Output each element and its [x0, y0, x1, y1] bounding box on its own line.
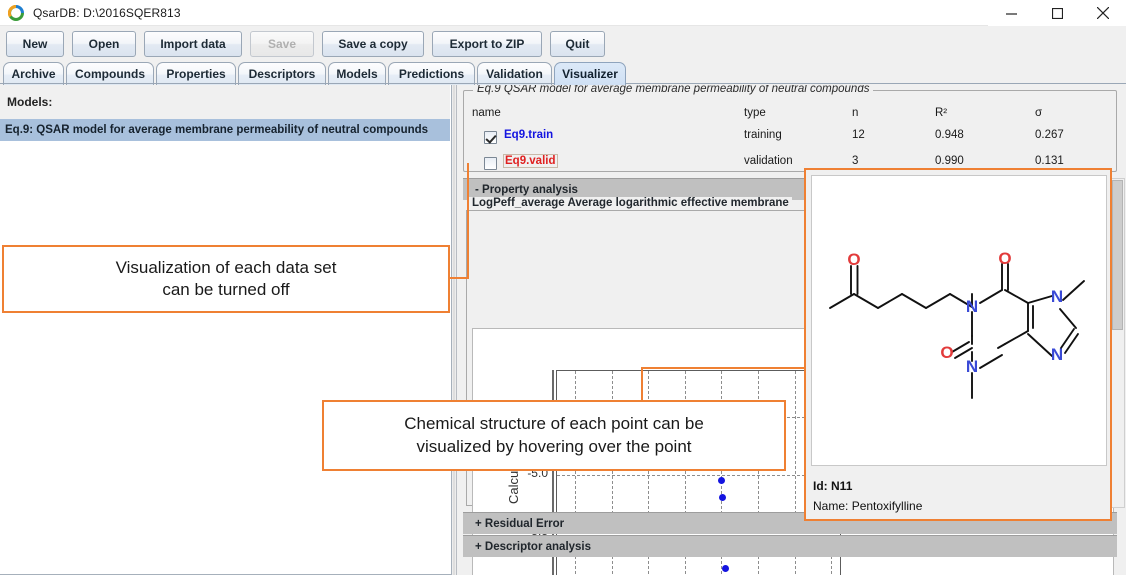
scatter-point[interactable]	[719, 493, 727, 501]
model-group-title: Eq.9 QSAR model for average membrane per…	[473, 85, 874, 95]
minimize-icon[interactable]	[988, 0, 1034, 26]
callout-chemical-structure: Chemical structure of each point can be …	[322, 400, 786, 471]
atom-label-N: N	[966, 297, 978, 316]
tab-visualizer[interactable]: Visualizer	[554, 62, 626, 85]
scrollbar-thumb[interactable]	[1112, 180, 1123, 330]
callout-left-text: Visualization of each data set can be tu…	[115, 257, 337, 299]
gridline-horizontal	[557, 475, 840, 477]
molecule-name-row: Name: Pentoxifylline	[813, 499, 1107, 513]
application-window: QsarDB: D:\2016SQER813 New Open Import d…	[0, 0, 1126, 575]
dataset-r2-valid: 0.990	[935, 155, 964, 167]
leader-line-molecule	[642, 367, 806, 369]
tab-archive[interactable]: Archive	[3, 62, 64, 85]
models-pane: Models: Eq.9: QSAR model for average mem…	[0, 85, 452, 575]
save-a-copy-button[interactable]: Save a copy	[322, 31, 424, 57]
molecule-tooltip-panel: O O O N N N N Id: N11 Name: Pentoxifylli…	[804, 168, 1112, 521]
open-button[interactable]: Open	[72, 31, 136, 57]
new-button[interactable]: New	[6, 31, 64, 57]
dataset-checkbox-train[interactable]	[484, 131, 497, 144]
column-header-r2: R²	[935, 107, 948, 119]
pentoxifylline-structure-svg: O O O N N N N	[829, 249, 1085, 399]
scatter-point[interactable]	[717, 476, 725, 484]
scatter-point[interactable]	[722, 564, 730, 572]
dataset-checkbox-valid[interactable]	[484, 157, 497, 170]
quit-button[interactable]: Quit	[550, 31, 605, 57]
window-title: QsarDB: D:\2016SQER813	[33, 5, 181, 20]
column-header-sigma: σ	[1035, 107, 1043, 119]
save-button: Save	[250, 31, 314, 57]
dataset-name-train[interactable]: Eq9.train	[504, 129, 553, 141]
tab-descriptors[interactable]: Descriptors	[238, 62, 326, 85]
models-header: Models:	[0, 85, 450, 119]
tab-properties[interactable]: Properties	[156, 62, 236, 85]
import-data-button[interactable]: Import data	[144, 31, 242, 57]
visualizer-scrollbar[interactable]	[1110, 178, 1125, 508]
plot-title: LogPeff_average Average logarithmic effe…	[469, 197, 792, 209]
column-header-n: n	[852, 107, 859, 119]
atom-label-O: O	[940, 343, 953, 362]
title-bar: QsarDB: D:\2016SQER813	[0, 0, 1126, 26]
molecule-id-label: Id:	[813, 479, 828, 493]
molecule-id-value: N11	[831, 479, 853, 493]
molecule-metadata: Id: N11 Name: Pentoxifylline	[813, 479, 1107, 513]
dataset-n-train: 12	[852, 129, 865, 141]
tab-models[interactable]: Models	[328, 62, 386, 85]
dataset-n-valid: 3	[852, 155, 859, 167]
tab-compounds[interactable]: Compounds	[66, 62, 154, 85]
dataset-r2-train: 0.948	[935, 129, 964, 141]
molecule-name-label: Name:	[813, 499, 849, 513]
main-toolbar: New Open Import data Save Save a copy Ex…	[0, 27, 1126, 61]
close-icon[interactable]	[1080, 0, 1126, 26]
column-header-type: type	[744, 107, 766, 119]
molecule-structure-image: O O O N N N N	[811, 175, 1107, 466]
dataset-type-train: training	[744, 129, 782, 141]
export-to-zip-button[interactable]: Export to ZIP	[432, 31, 542, 57]
table-header-row: name type n R² σ	[472, 107, 1112, 125]
molecule-id-row: Id: N11	[813, 479, 1107, 493]
tab-predictions[interactable]: Predictions	[388, 62, 475, 85]
leader-line-point-down	[641, 367, 643, 402]
column-header-name: name	[472, 107, 501, 119]
dataset-sigma-valid: 0.131	[1035, 155, 1064, 167]
leader-line-left-vertical	[467, 163, 469, 279]
atom-label-O: O	[847, 250, 860, 269]
atom-label-N: N	[1051, 287, 1063, 306]
model-info-group: Eq.9 QSAR model for average membrane per…	[463, 85, 1117, 172]
list-item[interactable]: Eq.9: QSAR model for average membrane pe…	[0, 119, 450, 141]
window-controls	[988, 0, 1126, 26]
atom-label-N: N	[966, 357, 978, 376]
leader-line-left-horizontal	[449, 277, 469, 279]
qsardb-logo-icon	[7, 4, 24, 21]
maximize-icon[interactable]	[1034, 0, 1080, 26]
dataset-name-valid[interactable]: Eq9.valid	[503, 154, 558, 168]
callout-visualization-toggle: Visualization of each data set can be tu…	[2, 245, 450, 313]
molecule-name-value: Pentoxifylline	[851, 499, 923, 513]
atom-label-N: N	[1051, 345, 1063, 364]
tab-validation[interactable]: Validation	[477, 62, 552, 85]
tab-strip: Archive Compounds Properties Descriptors…	[0, 61, 1126, 85]
dataset-sigma-train: 0.267	[1035, 129, 1064, 141]
atom-label-O: O	[998, 249, 1011, 268]
callout-middle-text: Chemical structure of each point can be …	[404, 414, 704, 456]
models-list[interactable]: Eq.9: QSAR model for average membrane pe…	[0, 119, 450, 574]
dataset-type-valid: validation	[744, 155, 793, 167]
table-row: Eq9.train training 12 0.948 0.267	[472, 129, 1112, 151]
section-descriptor-analysis[interactable]: + Descriptor analysis	[463, 535, 1117, 557]
